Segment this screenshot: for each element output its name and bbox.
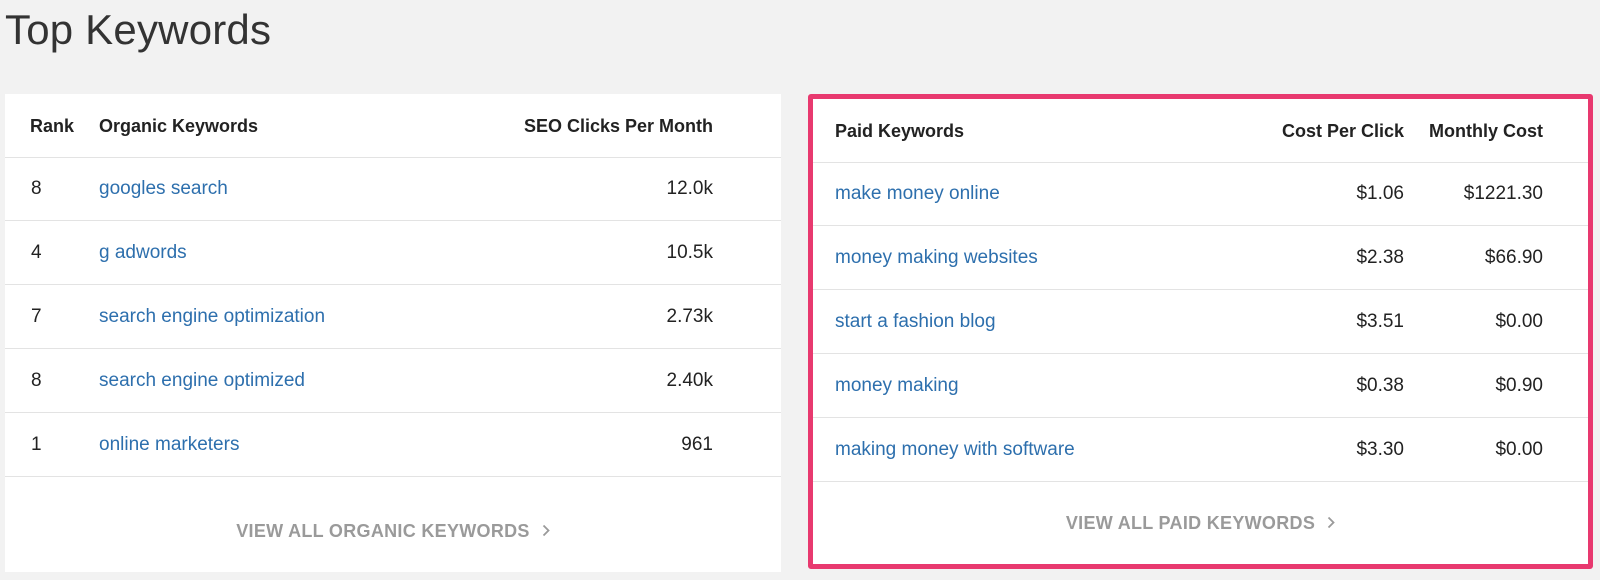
rank-cell: 8	[31, 178, 42, 199]
paid-keywords-header: Paid Keywords	[835, 121, 965, 141]
monthly-cost-cell: $1221.30	[1463, 183, 1543, 204]
clicks-cell: 2.73k	[666, 306, 713, 327]
organic-keywords-header: Organic Keywords	[99, 116, 259, 136]
cost-per-click-header: Cost Per Click	[1281, 121, 1404, 141]
table-row: money making $0.38 $0.90	[813, 354, 1588, 418]
cpc-cell: $0.38	[1356, 375, 1404, 396]
clicks-cell: 2.40k	[666, 370, 713, 391]
seo-clicks-header: SEO Clicks Per Month	[523, 116, 713, 136]
clicks-cell: 961	[681, 434, 713, 455]
table-row: 1 online marketers 961	[5, 413, 781, 477]
view-all-organic-keywords-link[interactable]: VIEW ALL ORGANIC KEYWORDS	[236, 521, 550, 542]
table-row: 8 search engine optimized 2.40k	[5, 349, 781, 413]
paid-table-header: Paid Keywords Cost Per Click Monthly Cos…	[813, 99, 1588, 163]
monthly-cost-cell: $0.90	[1495, 375, 1543, 396]
paid-keyword-link[interactable]: money making	[835, 354, 959, 418]
paid-keyword-link[interactable]: making money with software	[835, 418, 1075, 482]
table-row: 8 googles search 12.0k	[5, 157, 781, 221]
organic-table-header: Rank Organic Keywords SEO Clicks Per Mon…	[5, 94, 781, 158]
clicks-cell: 10.5k	[666, 242, 713, 263]
clicks-cell: 12.0k	[666, 178, 713, 199]
organic-keyword-link[interactable]: search engine optimization	[99, 285, 325, 349]
paid-footer: VIEW ALL PAID KEYWORDS	[813, 482, 1588, 564]
rank-cell: 4	[31, 242, 42, 263]
monthly-cost-cell: $0.00	[1495, 311, 1543, 332]
view-all-organic-label: VIEW ALL ORGANIC KEYWORDS	[236, 520, 530, 541]
table-row: 7 search engine optimization 2.73k	[5, 285, 781, 349]
table-row: start a fashion blog $3.51 $0.00	[813, 290, 1588, 354]
organic-keywords-card: Rank Organic Keywords SEO Clicks Per Mon…	[5, 94, 781, 572]
rank-cell: 8	[31, 370, 42, 391]
rank-header: Rank	[30, 116, 75, 136]
chevron-right-icon	[1327, 513, 1335, 534]
cpc-cell: $1.06	[1356, 183, 1404, 204]
table-row: money making websites $2.38 $66.90	[813, 226, 1588, 290]
table-row: make money online $1.06 $1221.30	[813, 162, 1588, 226]
paid-keyword-link[interactable]: start a fashion blog	[835, 290, 996, 354]
monthly-cost-cell: $0.00	[1495, 439, 1543, 460]
monthly-cost-cell: $66.90	[1484, 247, 1543, 268]
cpc-cell: $3.30	[1356, 439, 1404, 460]
paid-keyword-link[interactable]: money making websites	[835, 226, 1038, 290]
view-all-paid-label: VIEW ALL PAID KEYWORDS	[1065, 512, 1316, 533]
organic-keyword-link[interactable]: g adwords	[99, 221, 187, 285]
paid-keyword-link[interactable]: make money online	[835, 162, 1000, 226]
monthly-cost-header: Monthly Cost	[1429, 121, 1543, 141]
rank-cell: 7	[31, 306, 42, 327]
chevron-right-icon	[542, 521, 550, 542]
view-all-paid-keywords-link[interactable]: VIEW ALL PAID KEYWORDS	[1066, 513, 1335, 534]
table-row: 4 g adwords 10.5k	[5, 221, 781, 285]
organic-keyword-link[interactable]: search engine optimized	[99, 349, 305, 413]
organic-footer: VIEW ALL ORGANIC KEYWORDS	[5, 490, 781, 572]
rank-cell: 1	[31, 434, 42, 455]
table-row: making money with software $3.30 $0.00	[813, 418, 1588, 482]
paid-keywords-card: Paid Keywords Cost Per Click Monthly Cos…	[808, 94, 1593, 569]
cpc-cell: $3.51	[1356, 311, 1404, 332]
cpc-cell: $2.38	[1356, 247, 1404, 268]
page-title: Top Keywords	[5, 6, 272, 53]
organic-keyword-link[interactable]: googles search	[99, 157, 228, 221]
organic-keyword-link[interactable]: online marketers	[99, 413, 239, 477]
